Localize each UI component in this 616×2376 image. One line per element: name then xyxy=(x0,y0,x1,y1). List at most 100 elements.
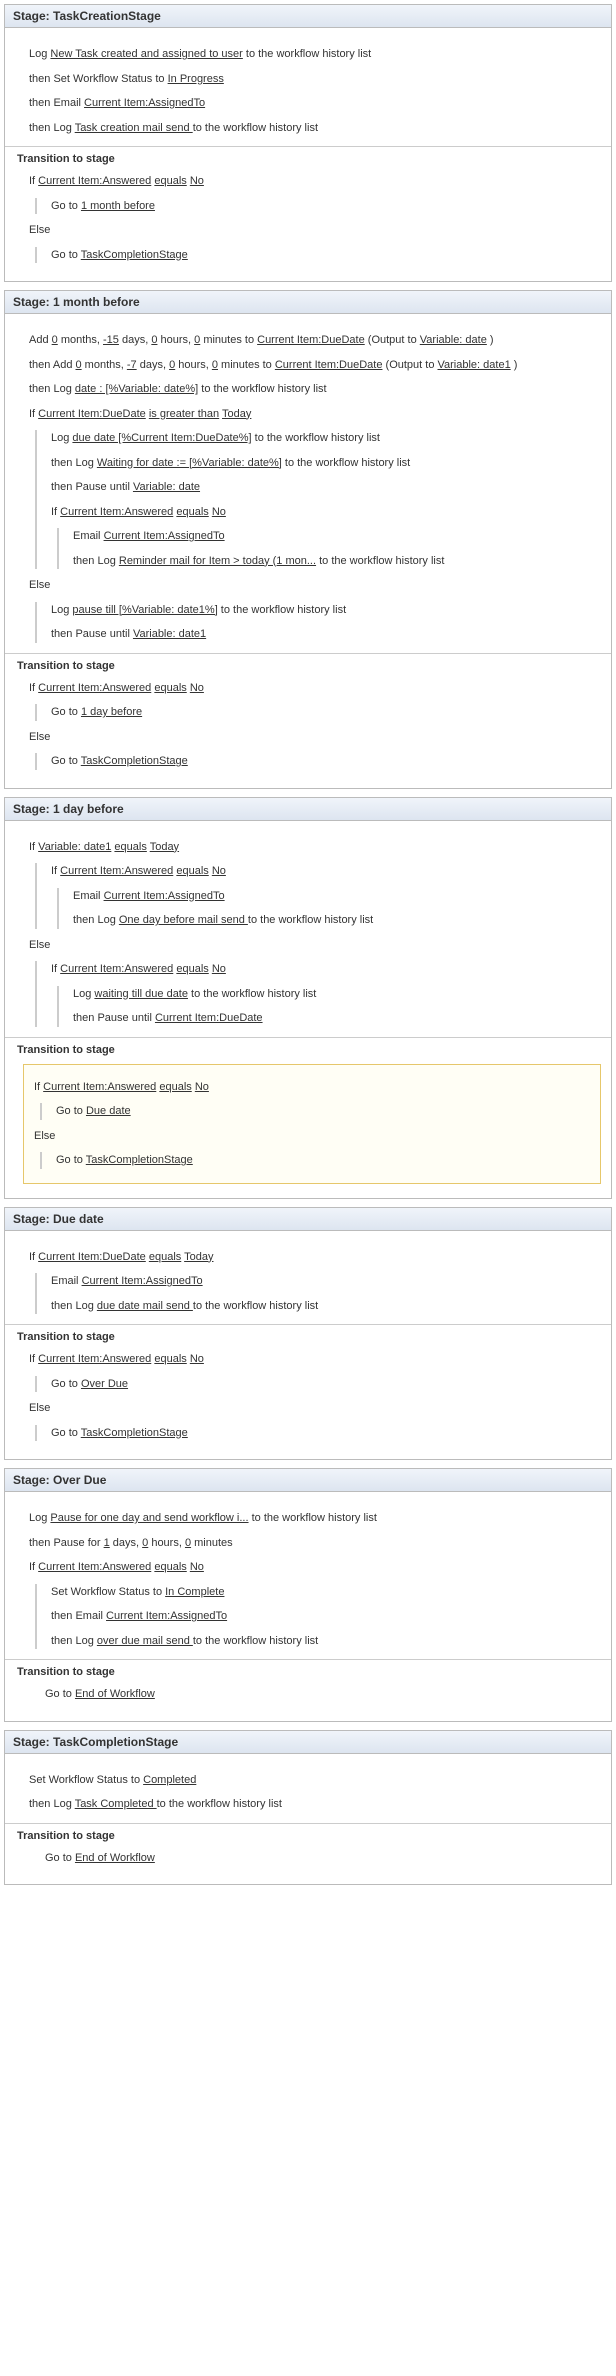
stage-header[interactable]: Stage: 1 day before xyxy=(5,798,611,821)
operator-link[interactable]: is greater than xyxy=(149,408,219,420)
separator xyxy=(5,1324,611,1325)
action-goto[interactable]: Go to Over Due xyxy=(51,1376,595,1393)
stage-link[interactable]: 1 month before xyxy=(81,200,155,212)
action-pause[interactable]: then Pause until Variable: date1 xyxy=(51,626,595,643)
stage-due-date: Stage: Due date If Current Item:DueDate … xyxy=(4,1207,612,1461)
action-email[interactable]: then Email Current Item:AssignedTo xyxy=(29,95,595,112)
condition-else[interactable]: Else xyxy=(29,577,595,594)
if-block: Go to 1 month before xyxy=(35,198,595,215)
action-goto[interactable]: Go to End of Workflow xyxy=(45,1686,595,1703)
if-block: Go to Due date xyxy=(40,1103,590,1120)
if-block: Email Current Item:AssignedTo then Log O… xyxy=(57,888,595,929)
condition-if[interactable]: If Variable: date1 equals Today xyxy=(29,839,595,856)
condition-if[interactable]: If Current Item:Answered equals No xyxy=(29,173,595,190)
condition-else[interactable]: Else xyxy=(34,1128,590,1145)
action-email[interactable]: Email Current Item:AssignedTo xyxy=(51,1273,595,1290)
action-set-status[interactable]: then Set Workflow Status to In Progress xyxy=(29,71,595,88)
log-message-link[interactable]: Task creation mail send xyxy=(75,122,193,134)
action-log[interactable]: Log due date [%Current Item:DueDate%] to… xyxy=(51,430,595,447)
condition-if[interactable]: If Current Item:DueDate equals Today xyxy=(29,1249,595,1266)
stage-header[interactable]: Stage: Due date xyxy=(5,1208,611,1231)
condition-if[interactable]: If Current Item:Answered equals No xyxy=(34,1079,590,1096)
action-email[interactable]: then Email Current Item:AssignedTo xyxy=(51,1608,595,1625)
field-link[interactable]: Current Item:DueDate xyxy=(38,408,146,420)
separator xyxy=(5,1659,611,1660)
action-goto[interactable]: Go to End of Workflow xyxy=(45,1850,595,1867)
field-link[interactable]: Current Item:DueDate xyxy=(257,334,365,346)
action-goto[interactable]: Go to 1 day before xyxy=(51,704,595,721)
action-pause[interactable]: then Pause until Variable: date xyxy=(51,479,595,496)
condition-if[interactable]: If Current Item:Answered equals No xyxy=(29,1351,595,1368)
condition-else[interactable]: Else xyxy=(29,1400,595,1417)
action-pause-duration[interactable]: then Pause for 1 days, 0 hours, 0 minute… xyxy=(29,1535,595,1552)
selected-transition[interactable]: If Current Item:Answered equals No Go to… xyxy=(23,1064,601,1184)
action-goto[interactable]: Go to TaskCompletionStage xyxy=(51,1425,595,1442)
condition-if[interactable]: If Current Item:DueDate is greater than … xyxy=(29,406,595,423)
value-link[interactable]: Today xyxy=(222,408,251,420)
condition-if[interactable]: If Current Item:Answered equals No xyxy=(51,961,595,978)
stage-body: If Current Item:DueDate equals Today Ema… xyxy=(5,1231,611,1460)
if-block: Log waiting till due date to the workflo… xyxy=(57,986,595,1027)
variable-link[interactable]: Variable: date1 xyxy=(438,359,511,371)
action-goto[interactable]: Go to TaskCompletionStage xyxy=(51,247,595,264)
else-block: Go to TaskCompletionStage xyxy=(35,247,595,264)
separator xyxy=(5,1037,611,1038)
action-add-time[interactable]: then Add 0 months, -7 days, 0 hours, 0 m… xyxy=(29,357,595,374)
value-link[interactable]: No xyxy=(190,175,204,187)
field-link[interactable]: Current Item:Answered xyxy=(38,175,151,187)
action-log[interactable]: Log pause till [%Variable: date1%] to th… xyxy=(51,602,595,619)
action-pause[interactable]: then Pause until Current Item:DueDate xyxy=(73,1010,595,1027)
transition-header: Transition to stage xyxy=(17,1830,595,1842)
log-message-link[interactable]: date : [%Variable: date%] xyxy=(75,383,198,395)
transition-header: Transition to stage xyxy=(17,1044,595,1056)
action-set-status[interactable]: Set Workflow Status to In Complete xyxy=(51,1584,595,1601)
stage-body: Log Pause for one day and send workflow … xyxy=(5,1492,611,1721)
stage-one-day-before: Stage: 1 day before If Variable: date1 e… xyxy=(4,797,612,1199)
action-set-status[interactable]: Set Workflow Status to Completed xyxy=(29,1772,595,1789)
if-block: Go to Over Due xyxy=(35,1376,595,1393)
variable-link[interactable]: Variable: date xyxy=(420,334,487,346)
condition-else[interactable]: Else xyxy=(29,729,595,746)
action-log[interactable]: then Log Task Completed to the workflow … xyxy=(29,1796,595,1813)
condition-else[interactable]: Else xyxy=(29,222,595,239)
action-add-time[interactable]: Add 0 months, -15 days, 0 hours, 0 minut… xyxy=(29,332,595,349)
stage-link[interactable]: TaskCompletionStage xyxy=(81,249,188,261)
action-log[interactable]: then Log Reminder mail for Item > today … xyxy=(73,553,595,570)
separator xyxy=(5,653,611,654)
variable-link[interactable]: Variable: date xyxy=(133,481,200,493)
action-email[interactable]: Email Current Item:AssignedTo xyxy=(73,888,595,905)
transition-header: Transition to stage xyxy=(17,153,595,165)
action-goto[interactable]: Go to TaskCompletionStage xyxy=(56,1152,590,1169)
stage-header[interactable]: Stage: Over Due xyxy=(5,1469,611,1492)
action-log[interactable]: then Log Waiting for date := [%Variable:… xyxy=(51,455,595,472)
action-log[interactable]: Log Pause for one day and send workflow … xyxy=(29,1510,595,1527)
action-email[interactable]: Email Current Item:AssignedTo xyxy=(73,528,595,545)
stage-header[interactable]: Stage: 1 month before xyxy=(5,291,611,314)
stage-body: Set Workflow Status to Completed then Lo… xyxy=(5,1754,611,1885)
action-log[interactable]: then Log date : [%Variable: date%] to th… xyxy=(29,381,595,398)
action-log[interactable]: then Log over due mail send to the workf… xyxy=(51,1633,595,1650)
action-log[interactable]: Log New Task created and assigned to use… xyxy=(29,46,595,63)
if-block: If Current Item:Answered equals No Email… xyxy=(35,863,595,929)
action-log[interactable]: then Log Task creation mail send to the … xyxy=(29,120,595,137)
action-log[interactable]: then Log due date mail send to the workf… xyxy=(51,1298,595,1315)
status-link[interactable]: In Progress xyxy=(168,73,224,85)
condition-if[interactable]: If Current Item:Answered equals No xyxy=(51,863,595,880)
action-goto[interactable]: Go to TaskCompletionStage xyxy=(51,753,595,770)
field-link[interactable]: Current Item:DueDate xyxy=(275,359,383,371)
action-goto[interactable]: Go to 1 month before xyxy=(51,198,595,215)
action-log[interactable]: Log waiting till due date to the workflo… xyxy=(73,986,595,1003)
stage-header[interactable]: Stage: TaskCompletionStage xyxy=(5,1731,611,1754)
action-goto[interactable]: Go to Due date xyxy=(56,1103,590,1120)
log-message-link[interactable]: New Task created and assigned to user xyxy=(50,48,242,60)
stage-task-creation: Stage: TaskCreationStage Log New Task cr… xyxy=(4,4,612,282)
condition-if[interactable]: If Current Item:Answered equals No xyxy=(29,680,595,697)
else-block: Log pause till [%Variable: date1%] to th… xyxy=(35,602,595,643)
operator-link[interactable]: equals xyxy=(154,175,186,187)
condition-if[interactable]: If Current Item:Answered equals No xyxy=(51,504,595,521)
stage-header[interactable]: Stage: TaskCreationStage xyxy=(5,5,611,28)
action-log[interactable]: then Log One day before mail send to the… xyxy=(73,912,595,929)
email-target-link[interactable]: Current Item:AssignedTo xyxy=(84,97,205,109)
condition-else[interactable]: Else xyxy=(29,937,595,954)
condition-if[interactable]: If Current Item:Answered equals No xyxy=(29,1559,595,1576)
